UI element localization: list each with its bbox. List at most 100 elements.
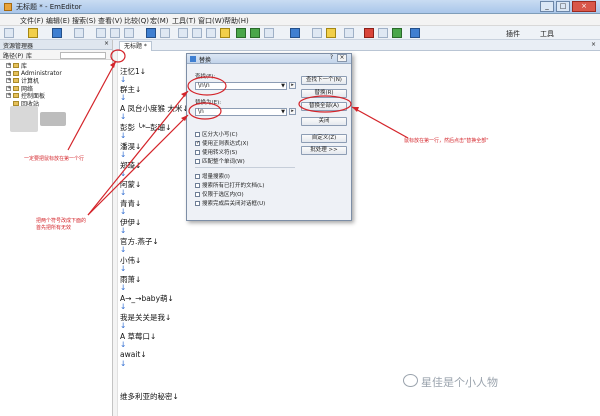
dialog-close-icon[interactable]: × [337, 54, 347, 62]
menu-help[interactable]: 帮助(H) [224, 16, 249, 26]
help-icon[interactable]: ? [330, 54, 333, 61]
user-folder-icon [13, 70, 19, 76]
control-panel-icon [13, 93, 19, 99]
paste-icon[interactable] [124, 28, 134, 38]
editor-line: ↓ [120, 264, 127, 273]
close-button[interactable]: × [572, 1, 596, 12]
replace-all-button[interactable]: 替换全部(A) [301, 102, 347, 111]
expand-icon[interactable]: + [6, 78, 11, 84]
incremental-search-checkbox[interactable]: 增量搜索(I) [195, 172, 230, 180]
menu-search[interactable]: 搜索(S) [72, 16, 96, 26]
checkbox-label: 使用正则表达式(X) [202, 141, 249, 147]
menu-macro[interactable]: 宏(M) [150, 16, 169, 26]
maximize-button[interactable]: □ [556, 1, 570, 12]
dropdown-arrow-icon[interactable]: ▼ [281, 109, 285, 115]
match-case-checkbox[interactable]: 区分大小写(C) [195, 130, 238, 138]
title-bar: 无标题 * - EmEditor _ □ × [0, 0, 600, 14]
new-file-icon[interactable] [4, 28, 14, 38]
checkbox-box[interactable] [195, 200, 200, 206]
expand-icon[interactable]: + [6, 70, 11, 76]
expand-icon[interactable]: + [6, 93, 11, 99]
menu-view[interactable]: 查看(V) [98, 16, 122, 26]
checkbox-box[interactable] [195, 131, 200, 137]
find-label: 查找(F): [195, 74, 216, 80]
highlight-icon[interactable] [220, 28, 230, 38]
view-mode-icon[interactable] [236, 28, 246, 38]
batch-button[interactable]: 批处理 >> [301, 146, 347, 155]
play-macro-icon[interactable] [392, 28, 402, 38]
escape-sequence-checkbox[interactable]: 使用转义符(S) [195, 148, 237, 156]
cut-icon[interactable] [96, 28, 106, 38]
expand-icon[interactable]: + [6, 63, 11, 69]
find-next-button[interactable]: 查找下一个(N) [301, 76, 347, 85]
tree-item-library[interactable]: + 库 [6, 62, 110, 70]
dialog-title-bar[interactable]: 替换 ? × [187, 54, 351, 64]
find-prev-icon[interactable] [206, 28, 216, 38]
checkbox-box[interactable] [195, 149, 200, 155]
customize-button[interactable]: 自定义(Z) [301, 134, 347, 143]
wrap-icon[interactable] [264, 28, 274, 38]
macro-options-icon[interactable] [410, 28, 420, 38]
dropdown-arrow-icon[interactable]: ▼ [281, 83, 285, 89]
app-icon [4, 3, 12, 11]
plugins-menu[interactable]: 插件 [506, 29, 520, 39]
find-options-button[interactable]: ▸ [289, 82, 296, 89]
checkbox-box[interactable]: ✓ [195, 140, 200, 146]
editor-line: ↓ [120, 150, 127, 159]
whole-word-checkbox[interactable]: 匹配整个单词(W) [195, 157, 245, 165]
dialog-title: 替换 [199, 57, 212, 64]
dialog-close-button[interactable]: 关闭 [301, 117, 347, 126]
window-title: 无标题 * - EmEditor [16, 3, 82, 11]
menu-tools[interactable]: 工具(T) [172, 16, 196, 26]
checkbox-box[interactable] [195, 158, 200, 164]
tools-menu[interactable]: 工具 [540, 29, 554, 39]
find-input[interactable]: \n\n ▼ [195, 82, 287, 90]
marker-icon[interactable] [312, 28, 322, 38]
redo-icon[interactable] [160, 28, 170, 38]
menu-edit[interactable]: 编辑(E) [46, 16, 70, 26]
search-all-docs-checkbox[interactable]: 搜索所有已打开的文档(L) [195, 181, 264, 189]
minimize-button[interactable]: _ [540, 1, 554, 12]
checkbox-box[interactable] [195, 173, 200, 179]
menu-compare[interactable]: 比较(Q) [124, 16, 149, 26]
blurred-region [10, 106, 38, 132]
print-icon[interactable] [74, 28, 84, 38]
path-dropdown[interactable] [60, 52, 106, 59]
checkbox-label: 匹配整个单词(W) [202, 159, 245, 165]
editor-line: A 凤台小度猴 大米↓ [120, 104, 189, 113]
checkbox-box[interactable] [195, 191, 200, 197]
bookmark-icon[interactable] [326, 28, 336, 38]
tab-close-icon[interactable]: × [591, 41, 596, 48]
record-macro-icon[interactable] [364, 28, 374, 38]
copy-icon[interactable] [110, 28, 120, 38]
replace-options-button[interactable]: ▸ [289, 108, 296, 115]
close-on-finish-checkbox[interactable]: 搜索完成后关闭对话框(U) [195, 199, 265, 207]
checkbox-box[interactable] [195, 182, 200, 188]
checkbox-label: 搜索完成后关闭对话框(U) [202, 201, 266, 207]
replace-button[interactable]: 替换(R) [301, 89, 347, 98]
menu-file[interactable]: 文件(F) [20, 16, 44, 26]
tab-untitled[interactable]: 无标题 * [119, 41, 152, 51]
menu-window[interactable]: 窗口(W) [198, 16, 224, 26]
network-icon [13, 85, 19, 91]
annotation-left: 一定要把鼠标放在第一个行 [24, 156, 85, 162]
editor-line: ↓ [120, 359, 127, 368]
split-icon[interactable] [250, 28, 260, 38]
explorer-close-icon[interactable]: × [104, 40, 109, 47]
expand-icon[interactable]: + [6, 85, 11, 91]
open-file-icon[interactable] [28, 28, 38, 38]
options-separator [195, 167, 295, 168]
save-icon[interactable] [52, 28, 62, 38]
find-next-icon[interactable] [192, 28, 202, 38]
undo-icon[interactable] [146, 28, 156, 38]
explorer-path-bar: 路径(P) 库 [0, 50, 112, 60]
run-macro-icon[interactable] [378, 28, 388, 38]
annotation-middle: 把两个符号改成下面的 首先把所有无效 [36, 218, 87, 231]
outline-icon[interactable] [290, 28, 300, 38]
snippet-icon[interactable] [344, 28, 354, 38]
regex-checkbox[interactable]: ✓ 使用正则表达式(X) [195, 139, 249, 147]
find-icon[interactable] [178, 28, 188, 38]
replace-input[interactable]: \n ▼ [195, 108, 287, 116]
replace-icon [190, 56, 196, 62]
selection-only-checkbox[interactable]: 仅限于选区内(O) [195, 190, 244, 198]
